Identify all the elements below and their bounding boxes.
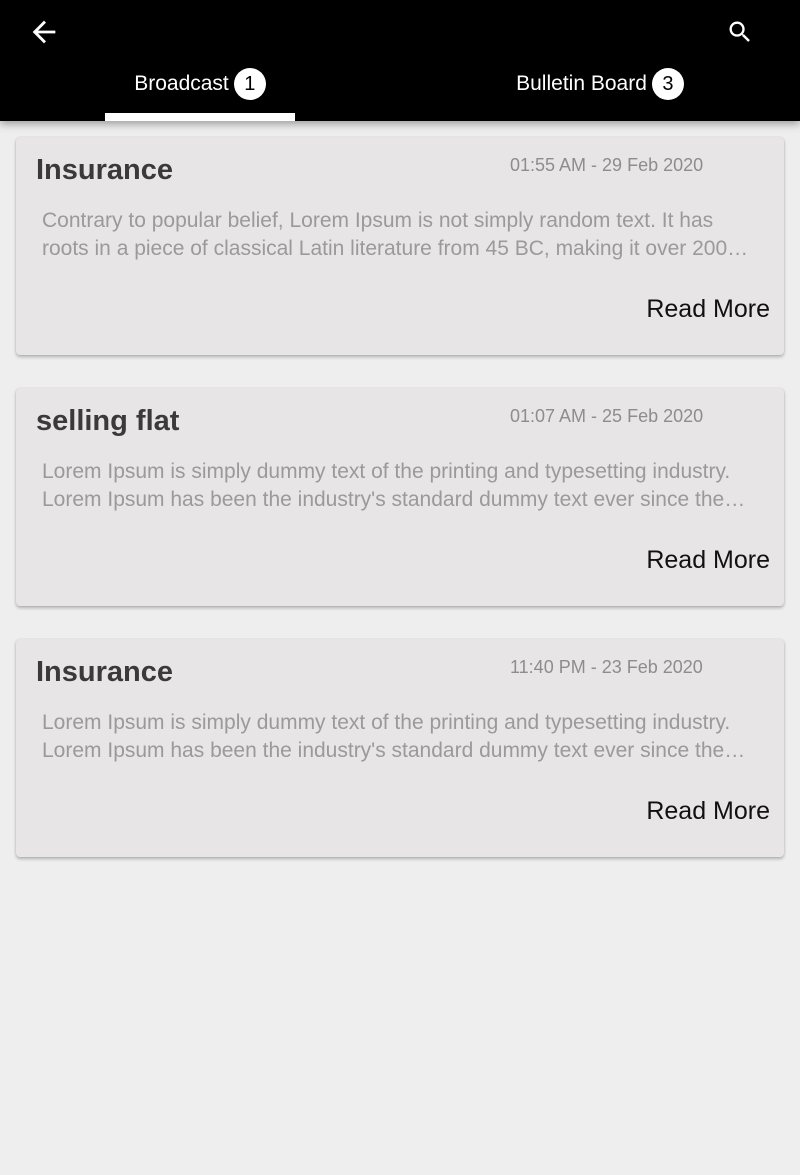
tab-bulletin-board-badge: 3 xyxy=(651,68,684,100)
post-title: selling flat xyxy=(36,405,180,437)
read-more-button[interactable]: Read More xyxy=(646,295,770,324)
tab-bulletin-board[interactable]: Bulletin Board 3 xyxy=(480,62,720,106)
search-icon xyxy=(729,21,750,42)
post-description: Lorem Ipsum is simply dummy text of the … xyxy=(42,711,731,762)
post-title: Insurance xyxy=(36,656,173,688)
tab-bulletin-board-label: Bulletin Board xyxy=(516,72,647,95)
back-button[interactable] xyxy=(22,10,66,54)
post-card[interactable]: Insurance 01:55 AM - 29 Feb 2020 Contrar… xyxy=(16,137,784,355)
read-more-button[interactable]: Read More xyxy=(646,546,770,575)
post-description: Lorem Ipsum is simply dummy text of the … xyxy=(42,460,731,511)
tab-broadcast[interactable]: Broadcast 1 xyxy=(105,62,295,106)
post-date: 01:07 AM - 25 Feb 2020 xyxy=(510,406,704,426)
arrow-left-icon xyxy=(32,20,56,44)
post-description: Contrary to popular belief, Lorem Ipsum … xyxy=(42,209,739,260)
search-button[interactable] xyxy=(718,10,762,54)
read-more-button[interactable]: Read More xyxy=(646,797,770,826)
tab-broadcast-label: Broadcast xyxy=(134,72,229,95)
active-tab-indicator xyxy=(105,113,295,121)
post-card[interactable]: selling flat 01:07 AM - 25 Feb 2020 Lore… xyxy=(16,388,784,606)
post-title: Insurance xyxy=(36,154,173,186)
post-date: 11:40 PM - 23 Feb 2020 xyxy=(510,657,703,677)
tab-broadcast-badge: 1 xyxy=(233,68,266,100)
post-date: 01:55 AM - 29 Feb 2020 xyxy=(510,155,704,175)
app-bar: Broadcast 1 Bulletin Board 3 xyxy=(0,0,800,121)
post-card[interactable]: Insurance 11:40 PM - 23 Feb 2020 Lorem I… xyxy=(16,639,784,857)
